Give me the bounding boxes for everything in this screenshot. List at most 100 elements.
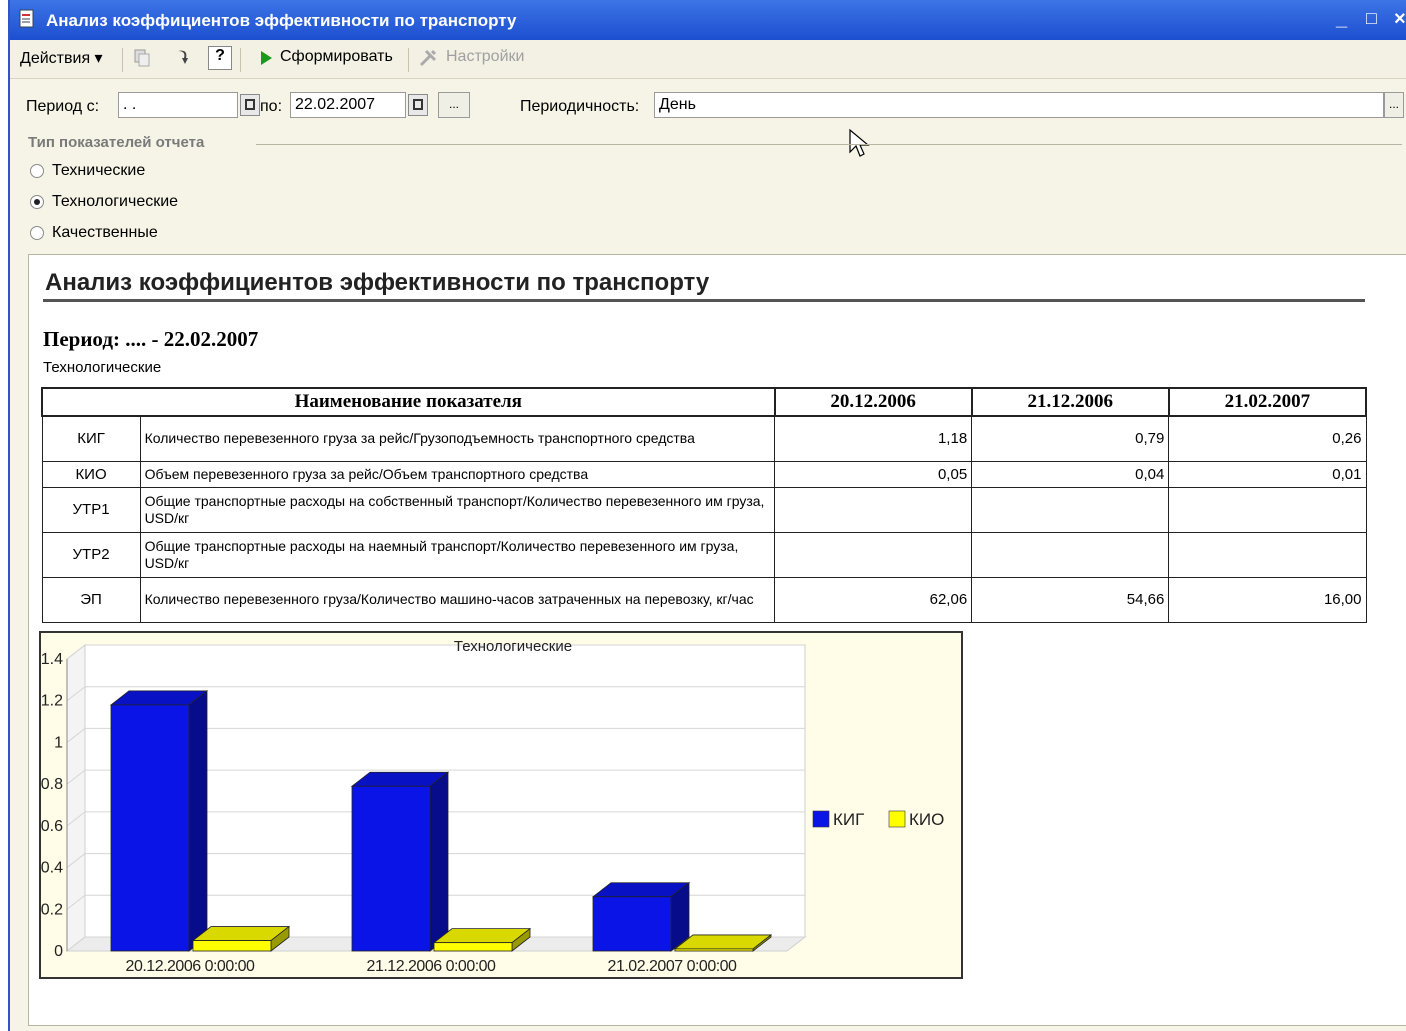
bar-chart: 0 0.2 0.4 0.6 0.8 1 1.2 1.4 Технологические 20.12… — [41, 638, 944, 975]
report-title: Анализ коэффициентов эффективности по тр… — [45, 269, 710, 296]
legend-label: КИГ — [833, 810, 864, 829]
indicator-name: Общие транспортные расходы на собственны… — [139, 486, 776, 533]
y-tick-label: 1 — [54, 734, 63, 751]
value-cell — [971, 531, 1170, 578]
x-tick-label: 21.12.2006 0:00:00 — [367, 958, 497, 975]
toolbar-separator — [240, 48, 241, 72]
indicator-name: Объем перевезенного груза за рейс/Объем … — [139, 460, 776, 488]
legend-label: КИО — [909, 810, 944, 829]
maximize-button[interactable]: □ — [1366, 8, 1377, 29]
y-tick-label: 1.4 — [41, 651, 63, 668]
table-row: УТР2 Общие транспортные расходы на наемн… — [41, 531, 1367, 578]
tools-icon — [419, 49, 437, 67]
indicator-name: Общие транспортные расходы на наемный тр… — [139, 531, 776, 578]
value-cell: 62,06 — [774, 576, 973, 623]
calendar-from-icon[interactable] — [240, 94, 260, 116]
y-tick-label: 1.2 — [41, 693, 63, 710]
bar-КИГ — [109, 690, 209, 952]
play-icon — [261, 51, 272, 65]
bar-КИО — [432, 927, 532, 952]
actions-menu[interactable]: Действия ▾ — [20, 48, 103, 68]
value-cell — [971, 486, 1170, 533]
table-row: КИГ Количество перевезенного груза за ре… — [41, 415, 1367, 462]
copy-icon[interactable] — [132, 48, 152, 68]
header-date: 21.02.2007 — [1167, 387, 1368, 417]
minimize-button[interactable]: _ — [1336, 8, 1347, 31]
period-to-label: по: — [260, 98, 283, 115]
table-header-row: Наименование показателя 20.12.2006 21.12… — [41, 387, 1368, 417]
navigate-icon[interactable] — [172, 48, 192, 68]
toolbar: Действия ▾ ? Сформировать Настройки — [10, 40, 1406, 79]
value-cell — [774, 486, 973, 533]
bar-КИО — [191, 925, 291, 952]
table-row: ЭП Количество перевезенного груза/Количе… — [41, 576, 1367, 623]
radio-quality-label[interactable]: Качественные — [52, 224, 158, 242]
report-window: Анализ коэффициентов эффективности по тр… — [8, 0, 1406, 1031]
radio-technical-label[interactable]: Технические — [52, 162, 145, 180]
close-button[interactable]: × — [1394, 8, 1406, 31]
y-tick-label: 0 — [54, 943, 63, 960]
period-from-field[interactable]: . . — [118, 92, 238, 118]
radio-technological[interactable] — [30, 195, 44, 209]
chart-side-wall — [66, 643, 86, 953]
y-tick-label: 0.4 — [41, 860, 63, 877]
bar-КИГ — [350, 771, 450, 952]
help-button[interactable]: ? — [208, 46, 232, 70]
generate-button[interactable]: Сформировать — [280, 48, 393, 66]
period-select-button[interactable]: ... — [438, 92, 470, 118]
header-date: 20.12.2006 — [773, 387, 973, 417]
chart-panel: 0 0.2 0.4 0.6 0.8 1 1.2 1.4 Технологические 20.12… — [39, 631, 963, 979]
indicator-code: КИГ — [41, 415, 141, 462]
legend-swatch — [812, 810, 830, 828]
window-title: Анализ коэффициентов эффективности по тр… — [46, 11, 517, 30]
value-cell — [1168, 486, 1367, 533]
value-cell — [1168, 531, 1367, 578]
settings-button[interactable]: Настройки — [446, 48, 524, 66]
toolbar-separator — [122, 48, 123, 72]
value-cell — [774, 531, 973, 578]
radio-technical[interactable] — [30, 164, 44, 178]
x-tick-label: 21.02.2007 0:00:00 — [608, 958, 738, 975]
report-period: Период: .... - 22.02.2007 — [43, 327, 259, 351]
calendar-to-icon[interactable] — [408, 94, 428, 116]
indicator-code: ЭП — [41, 576, 141, 623]
y-tick-label: 0.6 — [41, 818, 63, 835]
title-bar[interactable]: Анализ коэффициентов эффективности по тр… — [10, 0, 1406, 40]
report-icon — [19, 9, 34, 28]
value-cell: 16,00 — [1168, 576, 1367, 623]
value-cell: 54,66 — [971, 576, 1170, 623]
bar-КИГ — [591, 881, 691, 952]
value-cell: 0,04 — [971, 460, 1170, 488]
periodicity-label: Периодичность: — [520, 98, 640, 115]
value-cell: 1,18 — [774, 415, 973, 462]
y-tick-label: 0.2 — [41, 901, 63, 918]
group-divider — [256, 144, 1402, 145]
title-underline — [43, 299, 1365, 302]
value-cell: 0,05 — [774, 460, 973, 488]
radio-technological-label[interactable]: Технологические — [52, 193, 178, 211]
y-tick-label: 0.8 — [41, 776, 63, 793]
indicator-name: Количество перевезенного груза за рейс/Г… — [139, 415, 776, 462]
value-cell: 0,26 — [1168, 415, 1367, 462]
report-document: Анализ коэффициентов эффективности по тр… — [28, 254, 1406, 1026]
parameters-panel: Период с: . . по: 22.02.2007 ... Периоди… — [10, 78, 1406, 248]
indicator-code: УТР2 — [41, 531, 141, 578]
table-row: КИО Объем перевезенного груза за рейс/Об… — [41, 460, 1367, 488]
x-tick-label: 20.12.2006 0:00:00 — [126, 958, 256, 975]
header-date: 21.12.2006 — [970, 387, 1170, 417]
chart-title: Технологические — [454, 638, 572, 655]
periodicity-field[interactable]: День — [654, 92, 1384, 118]
legend-swatch — [888, 810, 906, 828]
indicator-code: УТР1 — [41, 486, 141, 533]
period-from-label: Период с: — [26, 98, 100, 115]
periodicity-select-button[interactable]: ... — [1384, 92, 1404, 118]
indicator-name: Количество перевезенного груза/Количеств… — [139, 576, 776, 623]
value-cell: 0,79 — [971, 415, 1170, 462]
header-indicator-name: Наименование показателя — [41, 387, 776, 417]
table-row: УТР1 Общие транспортные расходы на собст… — [41, 486, 1367, 533]
bar-КИО — [673, 934, 773, 952]
radio-quality[interactable] — [30, 226, 44, 240]
indicator-code: КИО — [41, 460, 141, 488]
toolbar-separator — [408, 48, 409, 72]
period-to-field[interactable]: 22.02.2007 — [290, 92, 406, 118]
